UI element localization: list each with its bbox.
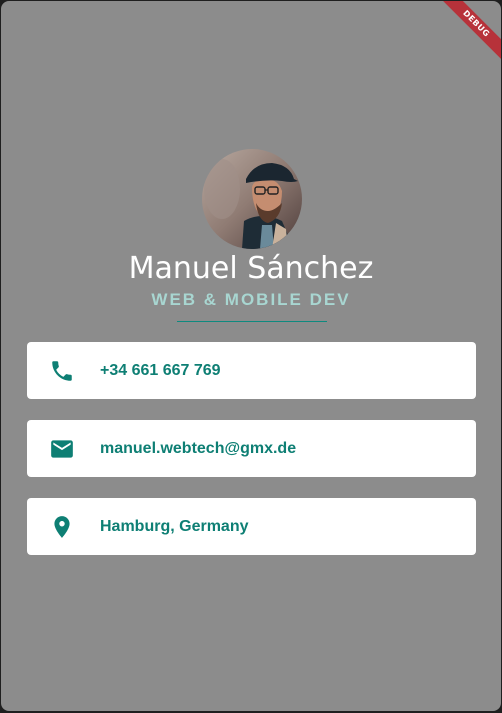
profile-name: Manuel Sánchez <box>128 251 374 286</box>
avatar <box>202 149 302 249</box>
email-card[interactable]: manuel.webtech@gmx.de <box>27 420 476 477</box>
avatar-photo <box>202 149 302 249</box>
email-icon <box>51 440 73 458</box>
location-text: Hamburg, Germany <box>100 518 249 535</box>
phone-card[interactable]: +34 661 667 769 <box>27 342 476 399</box>
location-pin-icon <box>54 516 70 538</box>
email-address: manuel.webtech@gmx.de <box>100 440 297 457</box>
location-card[interactable]: Hamburg, Germany <box>27 498 476 555</box>
profile-title: WEB & MOBILE DEV <box>151 290 351 309</box>
phone-number: +34 661 667 769 <box>100 362 221 379</box>
divider <box>177 321 327 322</box>
debug-banner: DEBUG <box>432 1 501 68</box>
app-screen: DEBUG Manuel Sánchez WEB & MOBILE DEV +3… <box>1 1 501 711</box>
phone-icon <box>52 361 72 381</box>
